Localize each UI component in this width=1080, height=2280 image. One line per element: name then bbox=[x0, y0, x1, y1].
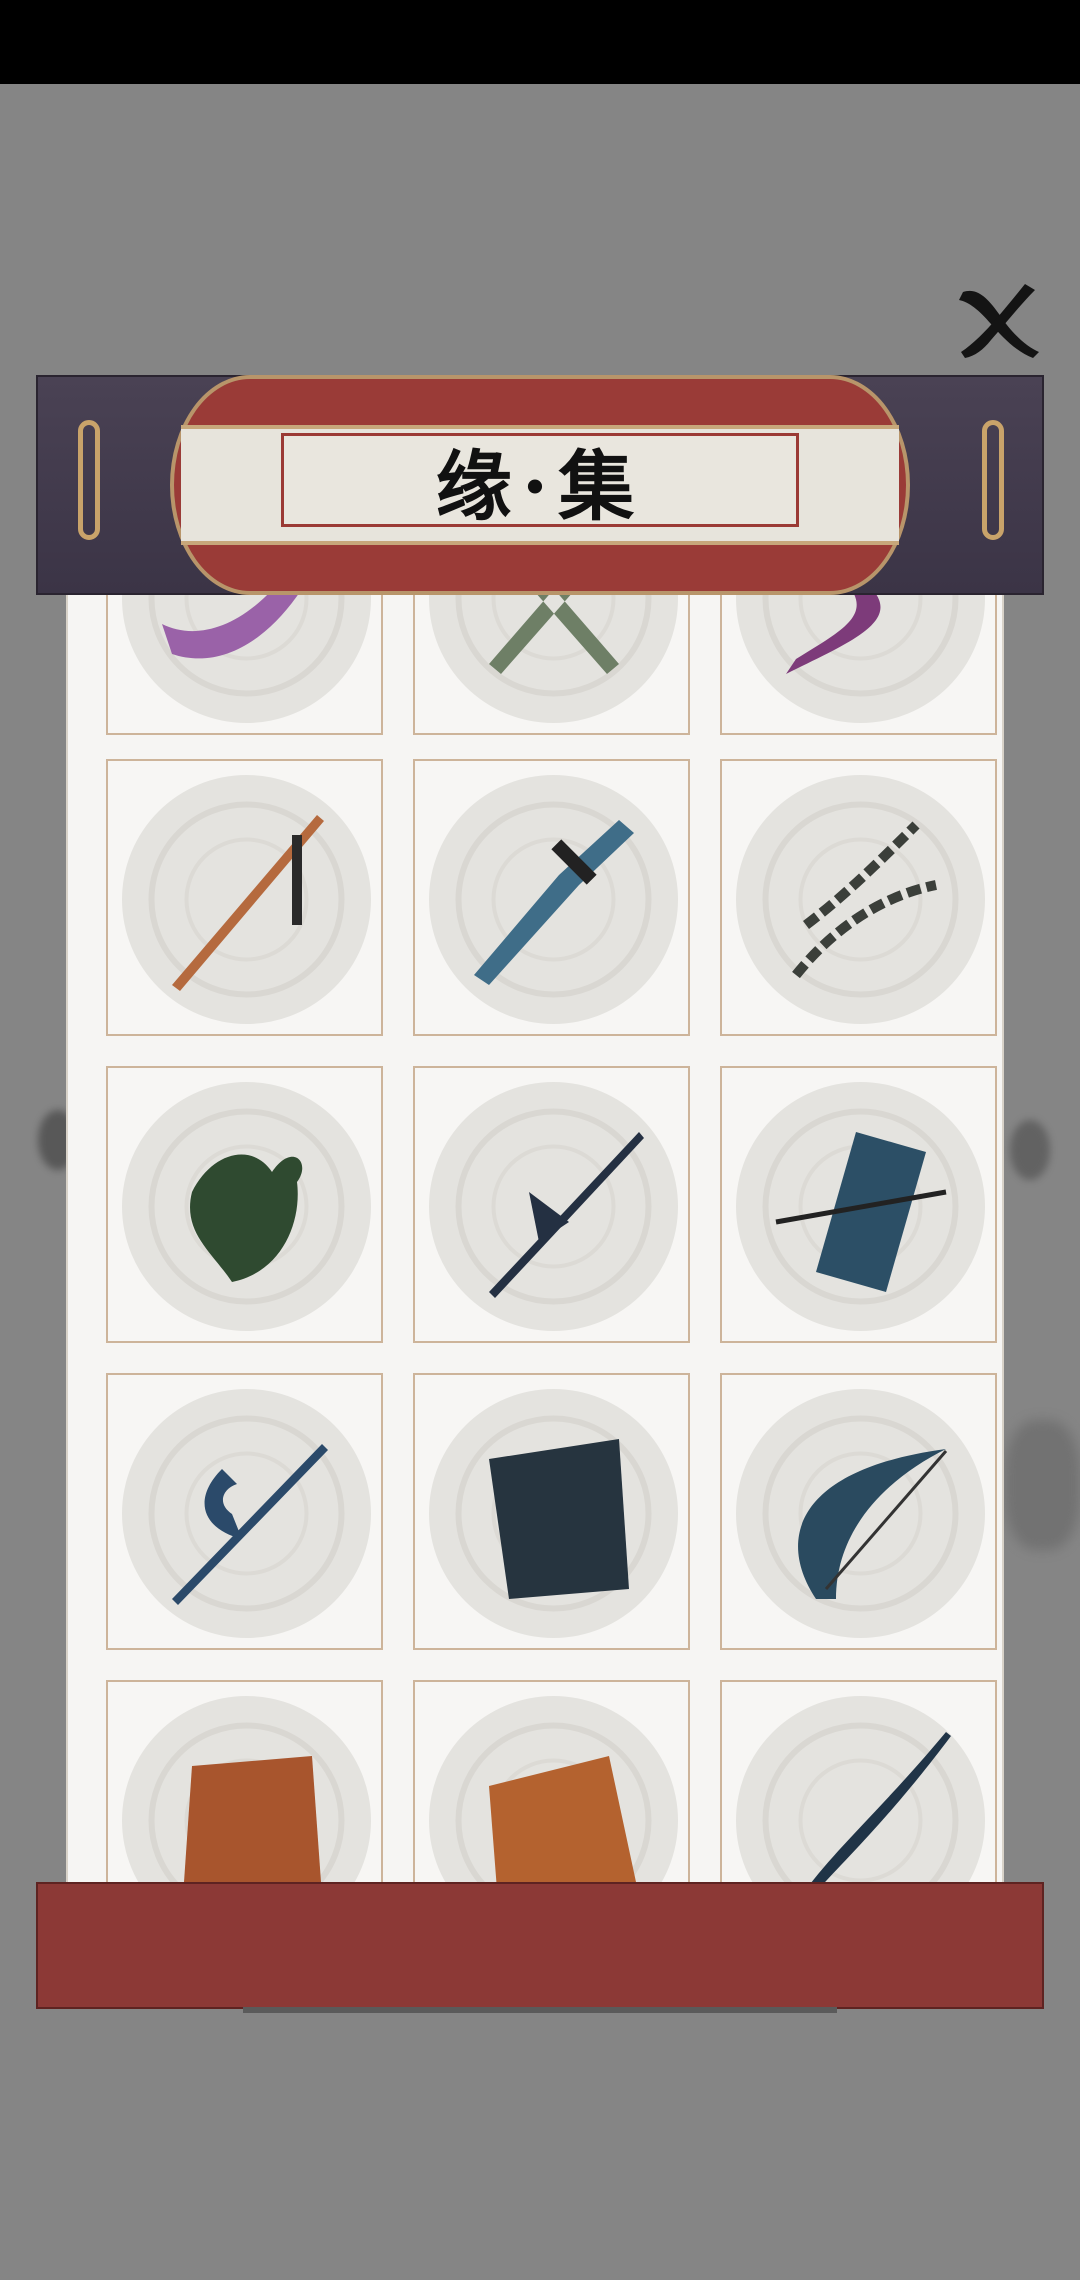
item-medallion bbox=[122, 1082, 371, 1331]
tasseled-sword-icon bbox=[148, 801, 345, 998]
axe-head-icon bbox=[148, 1108, 345, 1305]
item-medallion bbox=[429, 590, 678, 723]
collection-item[interactable] bbox=[720, 759, 997, 1036]
item-medallion bbox=[736, 1082, 985, 1331]
banner-ring-right bbox=[982, 420, 1004, 540]
tassel-scroll-icon bbox=[148, 1722, 345, 1890]
recurve-bow-icon bbox=[762, 1415, 959, 1612]
close-button[interactable] bbox=[955, 280, 1045, 360]
collection-item[interactable] bbox=[413, 1373, 690, 1650]
item-medallion bbox=[429, 1082, 678, 1331]
torn-scroll-icon bbox=[455, 1722, 652, 1890]
armor-scroll-icon bbox=[455, 1415, 652, 1612]
halberd-spear-icon bbox=[455, 1108, 652, 1305]
collection-item[interactable] bbox=[106, 590, 383, 735]
item-medallion bbox=[736, 1696, 985, 1890]
item-medallion bbox=[429, 1696, 678, 1890]
page-title: 缘·集 bbox=[435, 442, 645, 531]
item-medallion bbox=[122, 1696, 371, 1890]
item-medallion bbox=[736, 590, 985, 723]
collection-panel bbox=[66, 590, 1004, 1890]
crescent-halberd-icon bbox=[148, 1415, 345, 1612]
item-medallion bbox=[736, 775, 985, 1024]
collection-item[interactable] bbox=[720, 1373, 997, 1650]
crossed-swords-icon bbox=[455, 590, 652, 697]
collection-item[interactable] bbox=[720, 1066, 997, 1343]
status-bar bbox=[0, 0, 1080, 84]
background-ink-splash bbox=[1010, 1120, 1050, 1180]
background-ink-splash bbox=[1005, 1420, 1080, 1550]
item-medallion bbox=[122, 1389, 371, 1638]
title-banner: 缘·集 bbox=[36, 375, 1044, 595]
item-medallion bbox=[429, 775, 678, 1024]
collection-item[interactable] bbox=[720, 1680, 997, 1890]
purple-broadsword-icon bbox=[148, 590, 345, 697]
serpent-spear-icon bbox=[762, 1722, 959, 1890]
great-sword-icon bbox=[455, 801, 652, 998]
collection-item[interactable] bbox=[106, 1373, 383, 1650]
item-grid bbox=[68, 590, 1002, 1890]
collection-item[interactable] bbox=[106, 759, 383, 1036]
scroll-bottom-roller bbox=[36, 1882, 1044, 2009]
title-frame: 缘·集 bbox=[281, 433, 799, 531]
collection-item[interactable] bbox=[106, 1680, 383, 1890]
collection-item[interactable] bbox=[106, 1066, 383, 1343]
item-medallion bbox=[122, 590, 371, 723]
collection-item[interactable] bbox=[413, 590, 690, 735]
collection-item[interactable] bbox=[413, 1680, 690, 1890]
item-medallion bbox=[736, 1389, 985, 1638]
collection-item[interactable] bbox=[720, 590, 997, 735]
collection-item[interactable] bbox=[413, 1066, 690, 1343]
item-medallion bbox=[429, 1389, 678, 1638]
collection-item[interactable] bbox=[413, 759, 690, 1036]
item-medallion bbox=[122, 775, 371, 1024]
banner-ring-left bbox=[78, 420, 100, 540]
ink-x-icon bbox=[959, 284, 1039, 358]
purple-twisted-blade-icon bbox=[762, 590, 959, 697]
scroll-with-spear-icon bbox=[762, 1108, 959, 1305]
roller-shadow bbox=[243, 2007, 837, 2013]
chain-flail-icon bbox=[762, 801, 959, 998]
